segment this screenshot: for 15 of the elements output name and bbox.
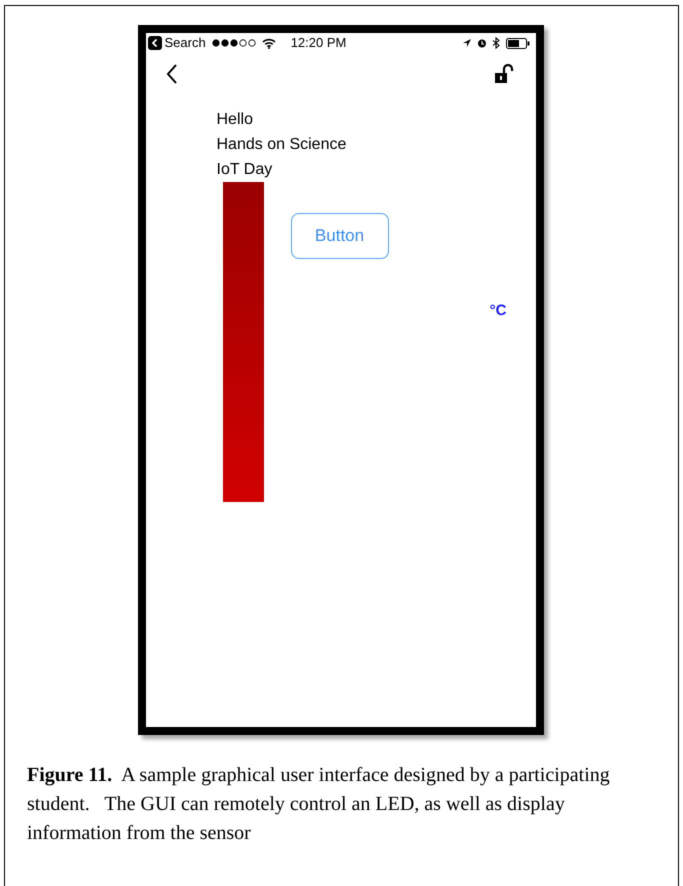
location-arrow-icon [462,38,472,48]
back-chevron-icon[interactable] [166,64,178,84]
temperature-unit: °C [490,301,506,321]
bluetooth-icon [492,37,500,49]
label-text: Hands on Science [216,135,348,155]
signal-icon [212,39,256,47]
label-text: IoT Day [216,160,274,180]
battery-icon [506,38,530,48]
label-text: Hello [216,110,254,130]
wifi-icon [262,38,276,48]
back-label[interactable]: Search [164,33,206,53]
alarm-icon [476,38,486,48]
unlocked-padlock-icon[interactable] [494,64,514,84]
figure-caption: Figure 11. A sample graphical user interface designed by a participating student. The GUI can remotely control an LED, as well as display information from the sensor [26,763,611,846]
clock-time: 12:20 PM [290,34,346,52]
